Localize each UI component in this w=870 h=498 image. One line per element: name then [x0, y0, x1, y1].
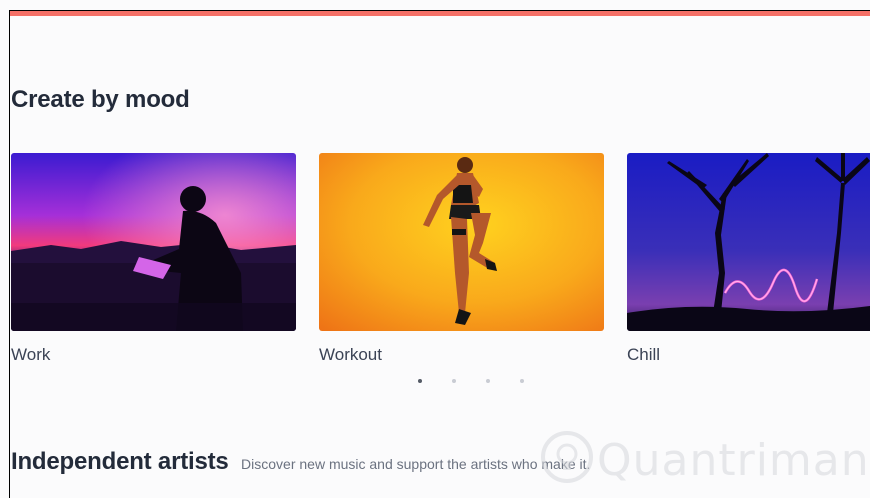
- section-subtitle-artists: Discover new music and support the artis…: [241, 456, 591, 472]
- carousel-dot-2[interactable]: [452, 379, 456, 383]
- carousel-dot-3[interactable]: [486, 379, 490, 383]
- carousel-dot-1[interactable]: [418, 379, 422, 383]
- mood-card-label-chill[interactable]: Chill: [627, 345, 870, 365]
- mood-card-work[interactable]: Work: [11, 153, 296, 365]
- mood-card-chill[interactable]: Chill: [627, 153, 870, 365]
- mood-card-label-work[interactable]: Work: [11, 345, 296, 365]
- independent-artists-header: Independent artists Discover new music a…: [11, 448, 590, 476]
- mood-card-label-workout[interactable]: Workout: [319, 345, 604, 365]
- top-accent-bar: [10, 11, 870, 16]
- mood-card-workout[interactable]: Workout: [319, 153, 604, 365]
- page-frame: Create by mood Work Workout Chill Indepe…: [9, 10, 870, 498]
- section-title-mood: Create by mood: [11, 86, 190, 113]
- watermark-text: Quantrimang: [597, 435, 870, 486]
- carousel-dot-4[interactable]: [520, 379, 524, 383]
- mood-card-image-chill[interactable]: [627, 153, 870, 331]
- mood-carousel: Work Workout Chill: [11, 153, 870, 373]
- carousel-pagination: [416, 379, 536, 387]
- mood-card-image-work[interactable]: [11, 153, 296, 331]
- section-title-artists: Independent artists: [11, 448, 229, 475]
- mood-card-image-workout[interactable]: [319, 153, 604, 331]
